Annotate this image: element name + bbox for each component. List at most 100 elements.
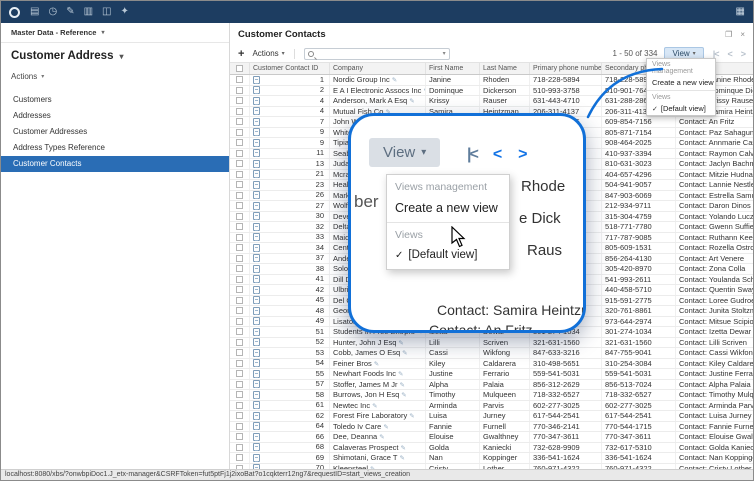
- row-checkbox[interactable]: [230, 411, 250, 421]
- note-icon[interactable]: [253, 422, 260, 430]
- note-icon[interactable]: [253, 254, 260, 262]
- note-icon[interactable]: [253, 149, 260, 157]
- note-icon[interactable]: [253, 286, 260, 294]
- first-page-icon[interactable]: |<: [467, 146, 477, 164]
- sidebar-item-customers[interactable]: Customers: [1, 92, 229, 108]
- cell-company[interactable]: Dee, Deanna: [330, 432, 426, 442]
- entity-selector[interactable]: Customer Address ▾: [1, 43, 229, 69]
- table-row[interactable]: 52 Hunter, John J Esq Lilli Scriven 321-…: [230, 338, 753, 349]
- note-icon[interactable]: [253, 370, 260, 378]
- note-icon[interactable]: [253, 118, 260, 126]
- favorites-icon[interactable]: ✦: [120, 1, 128, 23]
- note-icon[interactable]: [253, 349, 260, 357]
- cell-company[interactable]: Stoffer, James M Jr: [330, 380, 426, 390]
- row-checkbox[interactable]: [230, 254, 250, 264]
- cell-company[interactable]: Burrows, Jon H Esq: [330, 390, 426, 400]
- note-icon[interactable]: [253, 359, 260, 367]
- search-options-chevron-icon[interactable]: ▾: [443, 50, 446, 57]
- row-checkbox[interactable]: [230, 180, 250, 190]
- table-row[interactable]: 55 Newhart Foods Inc Justine Ferrario 55…: [230, 369, 753, 380]
- note-icon[interactable]: [253, 223, 260, 231]
- table-row[interactable]: 57 Stoffer, James M Jr Alpha Palaia 856-…: [230, 380, 753, 391]
- actions-dropdown-button[interactable]: Actions ▾: [252, 49, 284, 58]
- table-row[interactable]: 58 Burrows, Jon H Esq Timothy Mulqueen 7…: [230, 390, 753, 401]
- row-checkbox[interactable]: [230, 306, 250, 316]
- table-row[interactable]: 69 Shimotani, Grace T Nan Koppinger 336-…: [230, 453, 753, 464]
- note-icon[interactable]: [253, 86, 260, 94]
- sidebar-item-customer-addresses[interactable]: Customer Addresses: [1, 124, 229, 140]
- sidebar-item-addresses[interactable]: Addresses: [1, 108, 229, 124]
- column-header-first-name[interactable]: First Name: [426, 63, 480, 74]
- row-checkbox[interactable]: [230, 285, 250, 295]
- note-icon[interactable]: [253, 443, 260, 451]
- row-checkbox[interactable]: [230, 443, 250, 453]
- note-icon[interactable]: [253, 317, 260, 325]
- note-icon[interactable]: [253, 265, 260, 273]
- note-icon[interactable]: [253, 328, 260, 336]
- column-header-customer-contact-id[interactable]: Customer Contact ID: [250, 63, 330, 74]
- column-header-company[interactable]: Company: [330, 63, 426, 74]
- note-icon[interactable]: [253, 202, 260, 210]
- sidebar-actions-menu[interactable]: Actions ▾: [1, 69, 229, 84]
- note-icon[interactable]: [253, 296, 260, 304]
- row-checkbox[interactable]: [230, 159, 250, 169]
- row-checkbox[interactable]: [230, 222, 250, 232]
- note-icon[interactable]: [253, 433, 260, 441]
- cell-company[interactable]: Nordic Group Inc: [330, 75, 426, 85]
- row-checkbox[interactable]: [230, 369, 250, 379]
- note-icon[interactable]: [253, 391, 260, 399]
- row-checkbox[interactable]: [230, 464, 250, 470]
- notes-icon[interactable]: ▥: [84, 1, 93, 23]
- cell-company[interactable]: Newhart Foods Inc: [330, 369, 426, 379]
- row-checkbox[interactable]: [230, 243, 250, 253]
- row-checkbox[interactable]: [230, 317, 250, 327]
- note-icon[interactable]: [253, 191, 260, 199]
- cell-company[interactable]: Feiner Bros: [330, 359, 426, 369]
- note-icon[interactable]: [253, 170, 260, 178]
- cell-company[interactable]: Kleensteel: [330, 464, 426, 470]
- note-icon[interactable]: [253, 160, 260, 168]
- row-checkbox[interactable]: [230, 264, 250, 274]
- screens-icon[interactable]: ▤: [30, 1, 39, 23]
- table-row[interactable]: 53 Cobb, James O Esq Cassi Wikfong 847-6…: [230, 348, 753, 359]
- table-row[interactable]: 61 Newtec Inc Arminda Parvis 602-277-302…: [230, 401, 753, 412]
- note-icon[interactable]: [253, 107, 260, 115]
- menu-item-create-new-view[interactable]: Create a new view: [387, 196, 509, 222]
- row-checkbox[interactable]: [230, 107, 250, 117]
- row-checkbox[interactable]: [230, 390, 250, 400]
- windows-icon[interactable]: ◫: [102, 1, 111, 23]
- view-dropdown-button-magnified[interactable]: View ▾: [369, 138, 440, 167]
- menu-item-default-view[interactable]: ✓ [Default view]: [387, 244, 509, 269]
- previous-page-icon[interactable]: <: [493, 146, 502, 164]
- table-row[interactable]: 66 Dee, Deanna Elouise Gwalthney 770-347…: [230, 432, 753, 443]
- clock-icon[interactable]: ◷: [48, 1, 57, 23]
- edit-icon[interactable]: ✎: [66, 1, 74, 23]
- note-icon[interactable]: [253, 244, 260, 252]
- row-checkbox[interactable]: [230, 453, 250, 463]
- row-checkbox[interactable]: [230, 338, 250, 348]
- close-icon[interactable]: ×: [740, 30, 745, 39]
- cell-company[interactable]: Anderson, Mark A Esq: [330, 96, 426, 106]
- first-page-icon[interactable]: |<: [713, 49, 719, 59]
- next-page-icon[interactable]: >: [518, 146, 527, 164]
- cell-company[interactable]: Calaveras Prospect: [330, 443, 426, 453]
- note-icon[interactable]: [253, 97, 260, 105]
- note-icon[interactable]: [253, 212, 260, 220]
- column-header-last-name[interactable]: Last Name: [480, 63, 530, 74]
- note-icon[interactable]: [253, 128, 260, 136]
- row-checkbox[interactable]: [230, 201, 250, 211]
- column-header-primary-phone[interactable]: Primary phone number: [530, 63, 602, 74]
- table-row[interactable]: 70 Kleensteel Cristy Lother 760-971-4322…: [230, 464, 753, 470]
- row-checkbox[interactable]: [230, 128, 250, 138]
- row-checkbox[interactable]: [230, 191, 250, 201]
- row-checkbox[interactable]: [230, 380, 250, 390]
- row-checkbox[interactable]: [230, 149, 250, 159]
- row-checkbox[interactable]: [230, 86, 250, 96]
- cell-company[interactable]: Toledo Iv Care: [330, 422, 426, 432]
- row-checkbox[interactable]: [230, 212, 250, 222]
- cell-company[interactable]: Cobb, James O Esq: [330, 348, 426, 358]
- row-checkbox[interactable]: [230, 75, 250, 85]
- row-checkbox[interactable]: [230, 275, 250, 285]
- next-page-icon[interactable]: >: [741, 49, 745, 59]
- row-checkbox[interactable]: [230, 422, 250, 432]
